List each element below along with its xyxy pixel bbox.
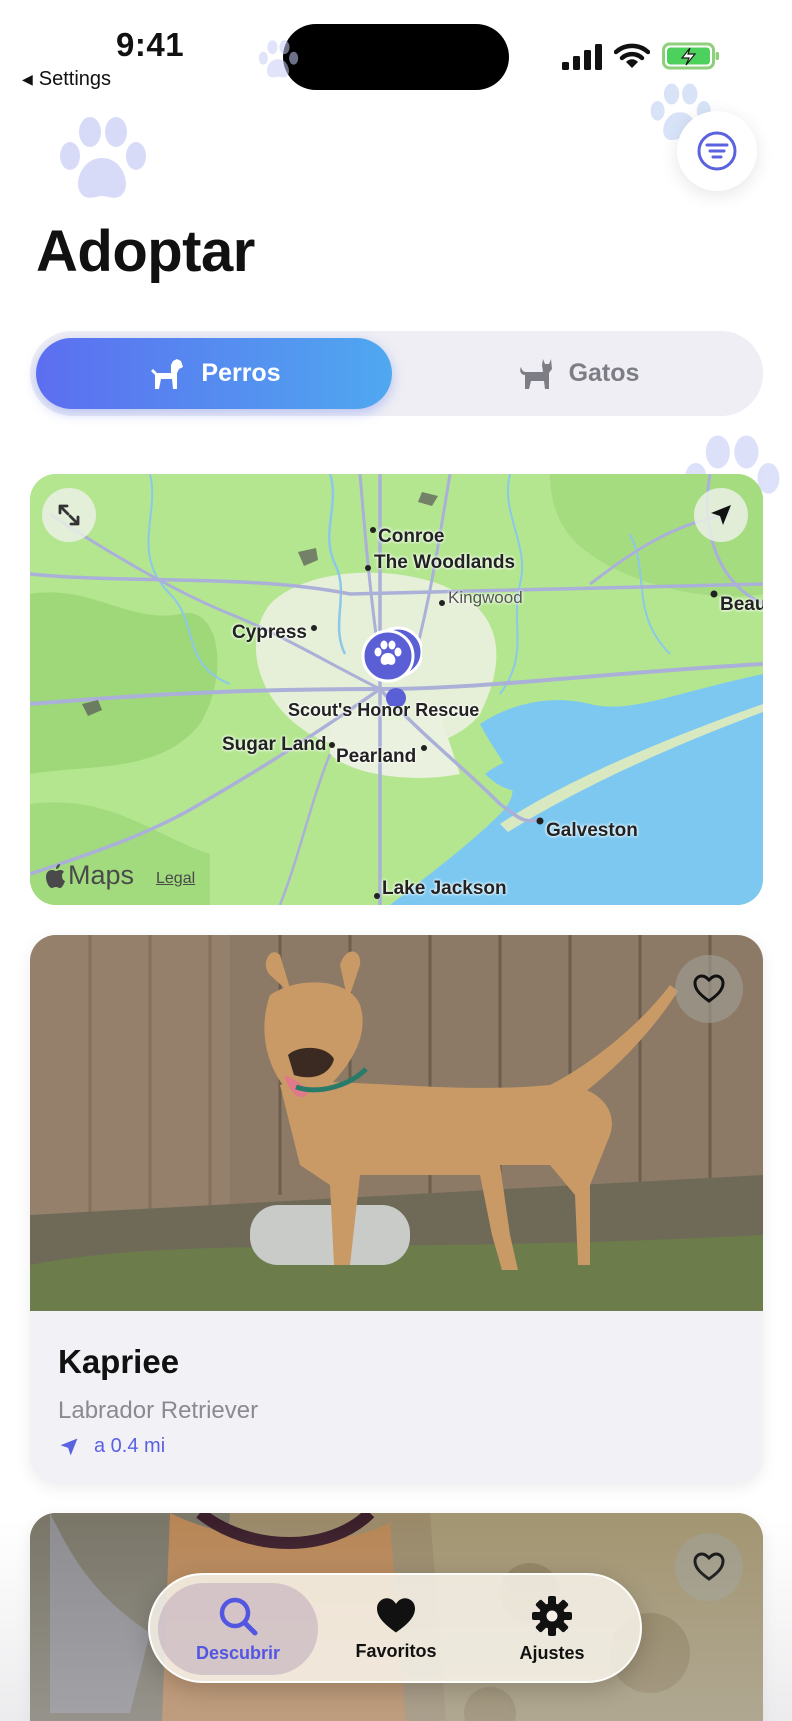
gear-icon <box>532 1595 572 1636</box>
dog-icon <box>151 358 184 389</box>
tab-discover-label: Descubrir <box>195 1642 281 1663</box>
page-title: Adoptar <box>36 219 255 284</box>
tab-settings[interactable]: Ajustes <box>472 1583 632 1675</box>
heart-outline-icon <box>693 1552 725 1581</box>
favorite-button[interactable] <box>675 955 743 1023</box>
tab-settings-label: Ajustes <box>519 1642 585 1663</box>
maps-label: Maps <box>68 860 135 890</box>
search-icon <box>219 1597 258 1635</box>
back-triangle-icon: ◀ <box>22 71 33 87</box>
wifi-icon <box>614 43 650 68</box>
map-label-conroe: Conroe <box>378 526 445 547</box>
paw-decoration-icon <box>258 40 299 78</box>
favorite-button[interactable] <box>675 1533 743 1601</box>
segment-cats[interactable]: Gatos <box>400 338 756 409</box>
pet-distance-label: a 0.4 mi <box>94 1435 166 1457</box>
pet-info: Kapriee Labrador Retriever a 0.4 mi <box>30 1311 763 1483</box>
segment-cats-label: Gatos <box>568 359 640 387</box>
pet-photo <box>30 935 763 1311</box>
apple-logo-icon <box>46 863 65 888</box>
location-arrow-icon <box>60 1438 78 1455</box>
expand-arrows-icon <box>58 504 80 526</box>
filter-button[interactable] <box>677 111 757 191</box>
back-link-label: Settings <box>38 68 112 90</box>
tab-discover[interactable]: Descubrir <box>158 1583 318 1675</box>
heart-icon <box>377 1597 415 1632</box>
pet-card[interactable]: Kapriee Labrador Retriever a 0.4 mi <box>30 935 763 1483</box>
cat-icon <box>519 358 552 389</box>
back-to-settings-link[interactable]: ◀ Settings <box>22 68 111 91</box>
tab-bar: Descubrir Favoritos Ajustes <box>148 1573 642 1683</box>
map-label-kingwood: Kingwood <box>448 588 523 607</box>
map-label-sugar-land: Sugar Land <box>222 734 327 755</box>
map-label-galveston: Galveston <box>546 820 638 841</box>
map-label-the-woodlands: The Woodlands <box>374 552 516 573</box>
pet-distance: a 0.4 mi <box>58 1435 165 1458</box>
tab-favorites[interactable]: Favoritos <box>316 1583 476 1675</box>
segment-dogs-label: Perros <box>201 359 281 387</box>
map-label-pearland: Pearland <box>336 746 417 767</box>
shelter-map[interactable]: Conroe The Woodlands Kingwood Beau Cypre… <box>30 474 763 905</box>
map-label-beaumont: Beau <box>720 594 763 615</box>
map-label-lake-jackson: Lake Jackson <box>382 878 507 899</box>
battery-charging-icon <box>662 42 719 70</box>
locate-me-button[interactable] <box>694 488 748 542</box>
pet-breed: Labrador Retriever <box>58 1397 259 1424</box>
paw-pin-icon[interactable] <box>356 626 422 706</box>
dynamic-island <box>283 24 509 90</box>
pet-type-segmented-control: Perros Gatos <box>30 331 763 416</box>
tab-favorites-label: Favoritos <box>355 1640 437 1661</box>
cellular-signal-icon <box>562 44 602 70</box>
map-legal-link[interactable]: Legal <box>156 870 195 888</box>
segment-dogs[interactable]: Perros <box>36 338 392 409</box>
status-time: 9:41 <box>116 26 185 63</box>
map-label-cypress: Cypress <box>232 622 307 643</box>
expand-map-button[interactable] <box>42 488 96 542</box>
pet-name: Kapriee <box>58 1343 180 1380</box>
apple-maps-logo: Maps <box>46 860 134 891</box>
location-arrow-icon <box>711 505 731 525</box>
heart-outline-icon <box>693 974 725 1003</box>
paw-decoration-icon <box>60 117 146 198</box>
filter-lines-icon <box>697 131 737 171</box>
